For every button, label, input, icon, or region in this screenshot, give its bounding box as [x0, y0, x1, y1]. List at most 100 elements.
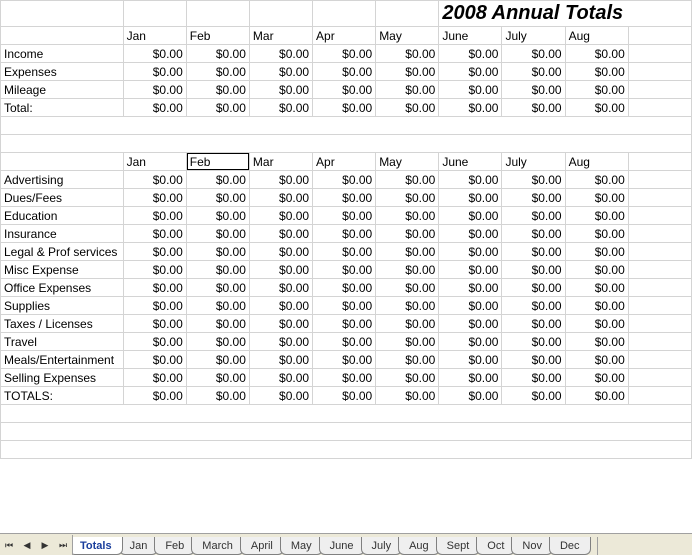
value-cell[interactable]: $0.00	[249, 261, 312, 279]
value-cell[interactable]: $0.00	[123, 243, 186, 261]
value-cell[interactable]: $0.00	[502, 63, 565, 81]
row-label[interactable]: Office Expenses	[1, 279, 124, 297]
value-cell[interactable]: $0.00	[439, 63, 502, 81]
value-cell[interactable]: $0.00	[565, 351, 628, 369]
row-label[interactable]: Meals/Entertainment	[1, 351, 124, 369]
value-cell[interactable]: $0.00	[123, 315, 186, 333]
value-cell[interactable]: $0.00	[502, 81, 565, 99]
sheet-tab-jan[interactable]: Jan	[119, 537, 159, 555]
value-cell[interactable]: $0.00	[123, 45, 186, 63]
value-cell[interactable]: $0.00	[502, 279, 565, 297]
value-cell[interactable]: $0.00	[376, 171, 439, 189]
sheet-tab-may[interactable]: May	[280, 537, 323, 555]
value-cell[interactable]: $0.00	[376, 63, 439, 81]
sheet-tab-sept[interactable]: Sept	[436, 537, 481, 555]
value-cell[interactable]: $0.00	[313, 225, 376, 243]
value-cell[interactable]: $0.00	[123, 189, 186, 207]
value-cell[interactable]: $0.00	[249, 333, 312, 351]
value-cell[interactable]: $0.00	[123, 333, 186, 351]
value-cell[interactable]: $0.00	[123, 261, 186, 279]
value-cell[interactable]: $0.00	[502, 45, 565, 63]
value-cell[interactable]: $0.00	[565, 243, 628, 261]
value-cell[interactable]: $0.00	[565, 261, 628, 279]
value-cell[interactable]: $0.00	[123, 225, 186, 243]
value-cell[interactable]: $0.00	[502, 351, 565, 369]
value-cell[interactable]: $0.00	[313, 351, 376, 369]
col-header[interactable]: Jan	[123, 153, 186, 171]
value-cell[interactable]: $0.00	[123, 297, 186, 315]
value-cell[interactable]: $0.00	[186, 243, 249, 261]
sheet-tab-june[interactable]: June	[319, 537, 365, 555]
value-cell[interactable]: $0.00	[249, 225, 312, 243]
empty-cell[interactable]	[1, 1, 124, 27]
value-cell[interactable]: $0.00	[376, 99, 439, 117]
row-label[interactable]: Insurance	[1, 225, 124, 243]
sheet-tab-march[interactable]: March	[191, 537, 244, 555]
value-cell[interactable]: $0.00	[439, 225, 502, 243]
value-cell[interactable]: $0.00	[186, 45, 249, 63]
value-cell[interactable]: $0.00	[376, 315, 439, 333]
value-cell[interactable]: $0.00	[376, 189, 439, 207]
value-cell[interactable]: $0.00	[376, 207, 439, 225]
value-cell[interactable]: $0.00	[186, 297, 249, 315]
tab-nav-last-icon[interactable]: ⏭	[54, 535, 72, 555]
value-cell[interactable]: $0.00	[502, 261, 565, 279]
value-cell[interactable]: $0.00	[313, 189, 376, 207]
value-cell[interactable]: $0.00	[565, 207, 628, 225]
value-cell[interactable]: $0.00	[186, 99, 249, 117]
value-cell[interactable]: $0.00	[186, 225, 249, 243]
value-cell[interactable]: $0.00	[186, 369, 249, 387]
value-cell[interactable]: $0.00	[186, 351, 249, 369]
value-cell[interactable]: $0.00	[249, 387, 312, 405]
row-label[interactable]: Supplies	[1, 297, 124, 315]
value-cell[interactable]: $0.00	[123, 171, 186, 189]
value-cell[interactable]: $0.00	[376, 387, 439, 405]
value-cell[interactable]: $0.00	[502, 333, 565, 351]
value-cell[interactable]: $0.00	[439, 351, 502, 369]
value-cell[interactable]: $0.00	[313, 63, 376, 81]
col-header[interactable]: Apr	[313, 153, 376, 171]
value-cell[interactable]: $0.00	[186, 315, 249, 333]
value-cell[interactable]: $0.00	[249, 81, 312, 99]
value-cell[interactable]: $0.00	[439, 243, 502, 261]
value-cell[interactable]: $0.00	[249, 315, 312, 333]
value-cell[interactable]: $0.00	[502, 207, 565, 225]
value-cell[interactable]: $0.00	[439, 297, 502, 315]
value-cell[interactable]: $0.00	[565, 189, 628, 207]
value-cell[interactable]: $0.00	[186, 333, 249, 351]
row-label[interactable]: Dues/Fees	[1, 189, 124, 207]
col-header[interactable]: June	[439, 27, 502, 45]
value-cell[interactable]: $0.00	[249, 63, 312, 81]
value-cell[interactable]: $0.00	[502, 243, 565, 261]
value-cell[interactable]: $0.00	[249, 243, 312, 261]
col-header[interactable]: Feb	[186, 153, 249, 171]
value-cell[interactable]: $0.00	[439, 207, 502, 225]
value-cell[interactable]: $0.00	[439, 99, 502, 117]
value-cell[interactable]: $0.00	[502, 369, 565, 387]
value-cell[interactable]: $0.00	[439, 189, 502, 207]
value-cell[interactable]: $0.00	[376, 45, 439, 63]
value-cell[interactable]: $0.00	[439, 369, 502, 387]
col-header[interactable]: Mar	[249, 27, 312, 45]
value-cell[interactable]: $0.00	[249, 45, 312, 63]
row-label[interactable]: Income	[1, 45, 124, 63]
value-cell[interactable]: $0.00	[249, 189, 312, 207]
value-cell[interactable]: $0.00	[502, 297, 565, 315]
value-cell[interactable]: $0.00	[313, 279, 376, 297]
value-cell[interactable]: $0.00	[376, 81, 439, 99]
value-cell[interactable]: $0.00	[565, 81, 628, 99]
value-cell[interactable]: $0.00	[249, 297, 312, 315]
value-cell[interactable]: $0.00	[376, 243, 439, 261]
value-cell[interactable]: $0.00	[439, 171, 502, 189]
tab-nav-first-icon[interactable]: ⏮	[0, 535, 18, 555]
value-cell[interactable]: $0.00	[313, 315, 376, 333]
value-cell[interactable]: $0.00	[565, 225, 628, 243]
spreadsheet-grid[interactable]: 2008 Annual Totals Jan Feb Mar Apr May J…	[0, 0, 692, 459]
col-header[interactable]: Mar	[249, 153, 312, 171]
value-cell[interactable]: $0.00	[313, 243, 376, 261]
row-label[interactable]: Taxes / Licenses	[1, 315, 124, 333]
value-cell[interactable]: $0.00	[249, 351, 312, 369]
row-label[interactable]: Legal & Prof services	[1, 243, 124, 261]
value-cell[interactable]: $0.00	[123, 63, 186, 81]
sheet-tab-totals[interactable]: Totals	[73, 537, 123, 555]
